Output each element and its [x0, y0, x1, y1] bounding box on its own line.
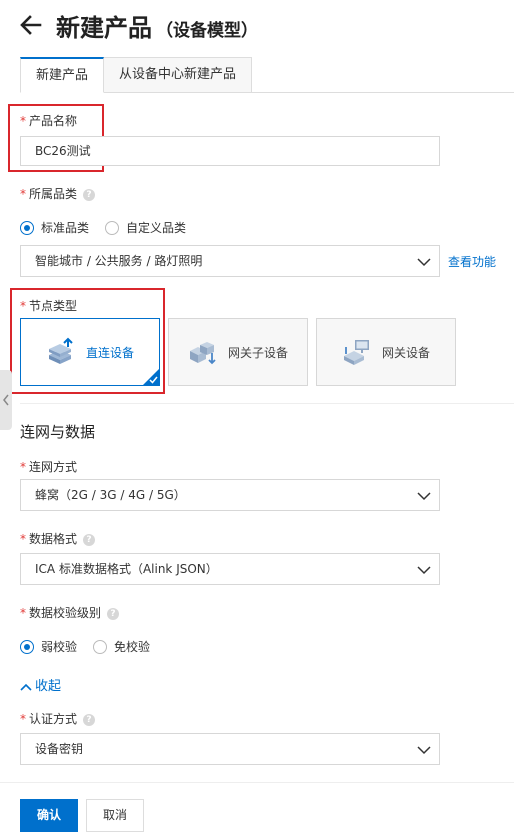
- view-features-link[interactable]: 查看功能: [448, 253, 496, 270]
- help-icon[interactable]: ?: [83, 533, 96, 546]
- product-name-label: * 产品名称: [20, 114, 78, 128]
- auth-select[interactable]: 设备密钥: [20, 733, 440, 765]
- data-format-label: * 数据格式?: [20, 530, 96, 547]
- cancel-button[interactable]: 取消: [86, 799, 144, 832]
- side-panel-toggle[interactable]: [0, 370, 12, 430]
- direct-device-icon: [48, 337, 73, 364]
- radio-checked-icon: [20, 639, 34, 654]
- help-icon[interactable]: ?: [83, 713, 96, 726]
- tab-bar: 新建产品 从设备中心新建产品: [20, 57, 253, 93]
- verify-level-radio-group: 弱校验 免校验: [20, 638, 166, 655]
- tab-from-device-center[interactable]: 从设备中心新建产品: [103, 57, 253, 93]
- category-label: * 所属品类?: [20, 185, 96, 202]
- node-card-gateway-device[interactable]: 网关设备: [316, 318, 456, 386]
- page-subtitle: （设备模型）: [156, 21, 258, 41]
- help-icon[interactable]: ?: [83, 188, 96, 201]
- gateway-device-icon: [343, 340, 369, 365]
- tab-new-product[interactable]: 新建产品: [20, 57, 105, 93]
- chevron-down-icon: [417, 492, 431, 501]
- radio-standard-category[interactable]: 标准品类: [20, 219, 89, 236]
- page-title: 新建产品 （设备模型）: [56, 14, 258, 42]
- collapse-toggle[interactable]: 收起: [20, 675, 61, 694]
- chevron-left-icon: [3, 394, 9, 406]
- chevron-up-icon: [20, 683, 32, 691]
- radio-custom-category[interactable]: 自定义品类: [105, 219, 186, 236]
- chevron-down-icon: [417, 258, 431, 267]
- page-header: 新建产品 （设备模型）: [0, 0, 514, 52]
- gateway-sub-device-icon: [189, 342, 216, 365]
- chevron-down-icon: [417, 566, 431, 575]
- node-card-direct-device[interactable]: 直连设备: [20, 318, 160, 386]
- radio-unchecked-icon: [93, 639, 108, 654]
- back-arrow-icon[interactable]: [18, 12, 44, 38]
- product-name-input[interactable]: BC26测试: [20, 136, 440, 166]
- category-select[interactable]: 智能城市 / 公共服务 / 路灯照明: [20, 245, 440, 277]
- section-divider: [20, 403, 514, 404]
- node-type-label: * 节点类型: [20, 299, 78, 313]
- section-title-network-data: 连网与数据: [20, 423, 96, 441]
- confirm-button[interactable]: 确认: [20, 799, 78, 832]
- network-select[interactable]: 蜂窝（2G / 3G / 4G / 5G）: [20, 479, 440, 511]
- node-card-gateway-sub-device[interactable]: 网关子设备: [168, 318, 308, 386]
- category-radio-group: 标准品类 自定义品类: [20, 219, 202, 236]
- radio-weak-verify[interactable]: 弱校验: [20, 638, 77, 655]
- network-label: * 连网方式: [20, 460, 78, 474]
- verify-level-label: * 数据校验级别?: [20, 604, 120, 621]
- radio-no-verify[interactable]: 免校验: [93, 638, 150, 655]
- auth-label: * 认证方式?: [20, 710, 96, 727]
- chevron-down-icon: [417, 746, 431, 755]
- help-icon[interactable]: ?: [107, 607, 120, 620]
- data-format-select[interactable]: ICA 标准数据格式（Alink JSON）: [20, 553, 440, 585]
- selected-check-icon: [143, 369, 159, 385]
- radio-unchecked-icon: [105, 220, 120, 235]
- radio-checked-icon: [20, 220, 34, 235]
